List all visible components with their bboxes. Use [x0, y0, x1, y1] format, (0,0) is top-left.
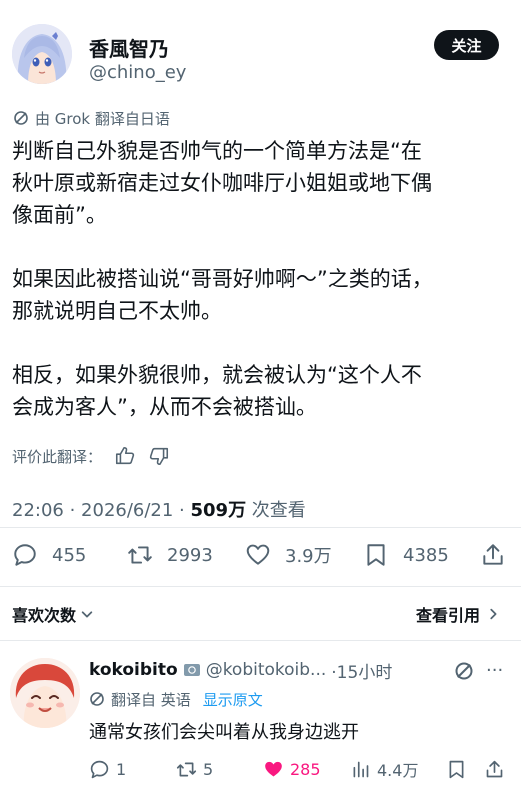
likes-link[interactable]: 喜欢次数	[12, 602, 94, 626]
tweet-paragraph: 判断自己外貌是否帅气的一个简单方法是“在 秋叶原或新宿走过女仆咖啡厅小姐姐或地下…	[12, 139, 432, 227]
reply-like-count: 285	[290, 759, 321, 779]
reply-button[interactable]: 455	[12, 540, 86, 570]
retweet-button[interactable]: 2993	[127, 540, 213, 570]
reply-reply-count: 1	[116, 759, 127, 779]
show-original-link[interactable]: 显示原文	[203, 689, 263, 710]
tweet-text: 判断自己外貌是否帅气的一个简单方法是“在 秋叶原或新宿走过女仆咖啡厅小姐姐或地下…	[12, 135, 502, 423]
bookmark-icon	[367, 544, 385, 566]
chevron-right-icon	[490, 608, 497, 620]
share-icon	[483, 544, 503, 565]
reply-like-button[interactable]: 285	[263, 756, 321, 782]
reply-icon	[90, 760, 109, 778]
reply-icon	[14, 544, 36, 566]
grok-icon	[14, 111, 28, 125]
reply-time[interactable]: ·15小时	[331, 658, 392, 683]
divider	[0, 586, 521, 587]
rate-translation-label: 评价此翻译：	[12, 447, 103, 466]
retweet-icon	[128, 546, 152, 564]
reply-handle[interactable]: @kobitokoib...	[206, 660, 327, 680]
bookmark-icon	[449, 760, 464, 778]
retweet-count: 2993	[167, 544, 213, 566]
rate-translation: 评价此翻译：	[12, 444, 170, 468]
reply-text: 通常女孩们会尖叫着从我身边逃开	[89, 722, 359, 743]
like-count: 3.9万	[285, 546, 332, 567]
avatar[interactable]	[12, 24, 72, 84]
user-handle[interactable]: @chino_ey	[89, 62, 186, 83]
grok-icon[interactable]	[454, 661, 474, 681]
retweet-icon	[176, 762, 197, 776]
reply-avatar[interactable]	[10, 658, 80, 728]
reply-reply-button[interactable]: 1	[89, 756, 126, 782]
heart-icon	[246, 544, 270, 565]
divider	[0, 527, 521, 528]
quotes-link[interactable]: 查看引用	[416, 602, 500, 626]
reply-views-button[interactable]: 4.4万	[350, 756, 418, 782]
quotes-link-label: 查看引用	[416, 606, 481, 625]
display-name[interactable]: 香風智乃	[89, 33, 169, 62]
views-label: 次查看	[246, 500, 306, 521]
reply-display-name[interactable]: kokoibito	[89, 660, 178, 680]
bookmark-button[interactable]: 4385	[363, 540, 449, 570]
reply-count: 455	[52, 544, 87, 566]
grok-icon	[90, 692, 104, 706]
bar-chart-icon	[353, 761, 369, 777]
divider	[0, 640, 521, 641]
likes-link-label: 喜欢次数	[12, 606, 77, 625]
heart-filled-icon	[265, 761, 282, 776]
follow-button[interactable]: 关注	[434, 30, 499, 60]
share-button[interactable]	[480, 540, 506, 570]
reply-retweet-count: 5	[203, 759, 214, 779]
bookmark-count: 4385	[403, 544, 449, 566]
share-icon	[486, 760, 503, 777]
reply-translation-info: 翻译自 英语 显示原文	[89, 688, 263, 710]
reply-header: kokoibito @kobitokoib... ·15小时	[89, 658, 392, 683]
reply-share-button[interactable]	[484, 756, 505, 782]
timestamp[interactable]: 22:06 · 2026/6/21 ·	[12, 500, 191, 521]
thumbs-up-icon[interactable]	[114, 445, 136, 467]
like-button[interactable]: 3.9万	[245, 540, 332, 570]
reply-bookmark-button[interactable]	[446, 756, 467, 782]
reply-retweet-button[interactable]: 5	[176, 756, 213, 782]
affiliation-badge-icon	[183, 664, 200, 676]
tweet-meta: 22:06 · 2026/6/21 · 509万 次查看	[12, 496, 306, 522]
more-icon[interactable]: ···	[486, 660, 503, 681]
chevron-down-icon	[81, 611, 93, 618]
reply-views-count: 4.4万	[377, 761, 419, 780]
reply-translated-label: 翻译自 英语	[111, 690, 191, 709]
tweet-paragraph: 相反，如果外貌很帅，就会被认为“这个人不 会成为客人”，从而不会被搭讪。	[12, 363, 422, 419]
translation-label: 由 Grok 翻译自日语	[35, 109, 170, 128]
views-count: 509万	[190, 500, 247, 521]
translation-info: 由 Grok 翻译自日语	[13, 108, 170, 128]
thumbs-down-icon[interactable]	[148, 445, 170, 467]
tweet-paragraph: 如果因此被搭讪说“哥哥好帅啊～”之类的话， 那就说明自己不太帅。	[12, 267, 433, 323]
